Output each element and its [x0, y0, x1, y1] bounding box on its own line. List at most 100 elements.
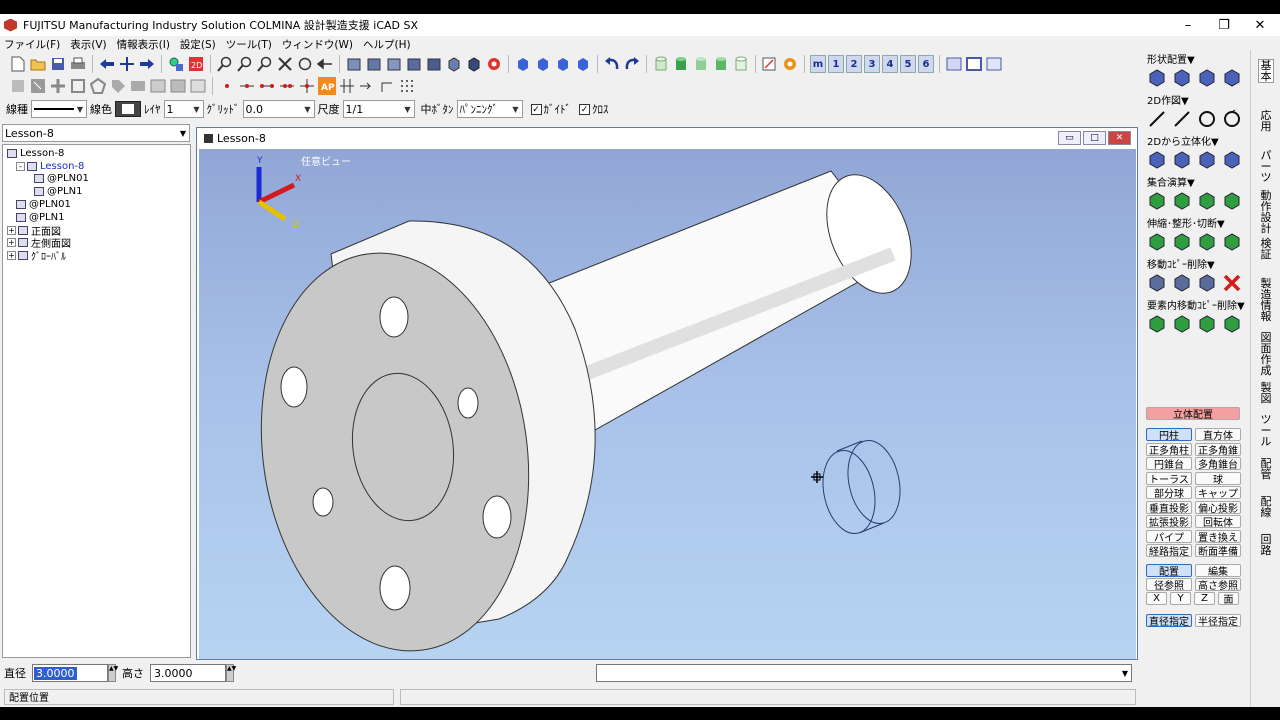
scale-select[interactable]: 1/1 ▼	[342, 100, 415, 118]
tree-node[interactable]: @PLN01	[3, 173, 190, 186]
zoom-out-icon[interactable]	[256, 55, 274, 73]
line-icon[interactable]	[1146, 108, 1168, 130]
fit-all-icon[interactable]	[276, 55, 294, 73]
loft-icon[interactable]	[1221, 149, 1243, 171]
menu-settings[interactable]: 設定(S)	[180, 37, 216, 52]
multi-copy-icon[interactable]	[1196, 272, 1218, 294]
view-back-icon[interactable]	[405, 55, 423, 73]
redraw-icon[interactable]	[167, 55, 185, 73]
tree-node[interactable]: + ｸﾞﾛｰﾊﾞﾙ	[3, 249, 190, 263]
view-6-button[interactable]: 6	[918, 55, 934, 73]
stretch-icon[interactable]	[1146, 231, 1168, 253]
sweep-icon[interactable]	[1196, 149, 1218, 171]
palette-section-header[interactable]: 移動ｺﾋﾟｰ削除▼	[1141, 257, 1250, 271]
view-bottom-icon[interactable]	[425, 55, 443, 73]
grid-select[interactable]: 0.0 ▼	[242, 100, 315, 118]
intersect-icon[interactable]	[1196, 190, 1218, 212]
settings-gear-icon[interactable]	[781, 55, 799, 73]
view-front-icon[interactable]	[345, 55, 363, 73]
solid-button[interactable]: 多角錐台	[1195, 457, 1241, 471]
save-icon[interactable]	[49, 55, 67, 73]
3d-viewport[interactable]: 任意ビュー Y X Z	[199, 149, 1136, 659]
solid-placement-header[interactable]: 立体配置	[1146, 407, 1240, 421]
rotate-icon[interactable]	[1221, 108, 1243, 130]
palette-tab[interactable]: 動作設計	[1259, 190, 1273, 234]
solid-button[interactable]: 正多角錐	[1195, 442, 1241, 457]
tangent-icon[interactable]	[378, 77, 396, 95]
cylinder-half-icon[interactable]	[692, 55, 710, 73]
solid-button[interactable]: 垂直投影	[1146, 500, 1192, 515]
cylinder-light-icon[interactable]	[712, 55, 730, 73]
solid-button[interactable]: 部分球	[1146, 486, 1192, 500]
palette-tab[interactable]: 回路	[1259, 534, 1273, 556]
redo-icon[interactable]	[623, 55, 641, 73]
solid-button[interactable]: 置き換え	[1195, 529, 1241, 544]
size-mode-button[interactable]: 半径指定	[1195, 614, 1241, 628]
tree-node[interactable]: @PLN01	[3, 198, 190, 211]
palette-tab[interactable]: 配管	[1259, 458, 1273, 480]
menu-info[interactable]: 情報表示(I)	[117, 37, 170, 52]
palette-section-header[interactable]: 集合演算▼	[1141, 175, 1250, 189]
move-icon[interactable]	[1146, 272, 1168, 294]
split-icon[interactable]	[1221, 190, 1243, 212]
solid-button[interactable]: 円錐台	[1146, 457, 1192, 471]
solid-button[interactable]: 正多角柱	[1146, 442, 1192, 457]
solid-button[interactable]: 回転体	[1195, 515, 1241, 529]
new-file-icon[interactable]	[9, 55, 27, 73]
line-type-select[interactable]: ▼	[31, 100, 87, 118]
palette-tab[interactable]: 応用	[1259, 110, 1273, 132]
box-select-icon[interactable]	[29, 77, 47, 95]
rect-snap-icon[interactable]	[69, 77, 87, 95]
grid-dots-icon[interactable]	[398, 77, 416, 95]
view-2-button[interactable]: 2	[846, 55, 862, 73]
menu-file[interactable]: ファイル(F)	[4, 37, 60, 52]
light-checkbox[interactable]: ✓ ｶﾞｲﾄﾞ	[530, 101, 571, 117]
diameter-spinner[interactable]: ▲▼	[108, 664, 118, 682]
rotate-view-icon[interactable]	[296, 55, 314, 73]
solid-button[interactable]: 経路指定	[1146, 544, 1192, 558]
palette-tab[interactable]: 検証	[1259, 238, 1273, 260]
cut-icon[interactable]	[1196, 231, 1218, 253]
box-icon[interactable]	[1196, 67, 1218, 89]
image-icon[interactable]	[129, 77, 147, 95]
inner-multi-icon[interactable]	[1196, 313, 1218, 335]
cone-icon[interactable]	[1221, 67, 1243, 89]
palette-tab[interactable]: 配線	[1259, 496, 1273, 518]
cylinder-green-icon[interactable]	[672, 55, 690, 73]
open-folder-icon[interactable]	[29, 55, 47, 73]
union-icon[interactable]	[1146, 190, 1168, 212]
shape-icon[interactable]	[1171, 231, 1193, 253]
solid-blue-2-icon[interactable]	[534, 55, 552, 73]
palette-tab[interactable]: 製造情報	[1259, 278, 1273, 322]
layout-icon[interactable]	[189, 77, 207, 95]
2d-3d-icon[interactable]: 2D	[187, 55, 205, 73]
subtract-icon[interactable]	[1171, 190, 1193, 212]
solid-button[interactable]: 断面準備	[1195, 544, 1241, 558]
placement-mode-button[interactable]: 編集	[1195, 564, 1241, 578]
forward-arrow-icon[interactable]	[138, 55, 156, 73]
menu-view[interactable]: 表示(V)	[70, 37, 106, 52]
render-icon[interactable]	[485, 55, 503, 73]
palette-section-header[interactable]: 2Dから立体化▼	[1141, 134, 1250, 148]
solid-button[interactable]: 直方体	[1195, 428, 1241, 442]
measure-icon[interactable]	[761, 55, 779, 73]
solid-blue-4-icon[interactable]	[574, 55, 592, 73]
zoom-window-icon[interactable]	[236, 55, 254, 73]
height-spinner[interactable]: ▲▼	[226, 664, 236, 682]
cylinder-gray-icon[interactable]	[652, 55, 670, 73]
menu-tools[interactable]: ツール(T)	[226, 37, 272, 52]
view-4-button[interactable]: 4	[882, 55, 898, 73]
expand-icon[interactable]: +	[7, 251, 16, 261]
arrow-snap-icon[interactable]	[358, 77, 376, 95]
divide-point-icon[interactable]	[278, 77, 296, 95]
palette-tab[interactable]: 基本	[1258, 59, 1274, 83]
collapse-icon[interactable]: -	[16, 161, 25, 171]
doc-close-button[interactable]: ✕	[1108, 131, 1131, 145]
inner-copy-icon[interactable]	[1171, 313, 1193, 335]
palette-section-header[interactable]: 伸縮･整形･切断▼	[1141, 216, 1250, 230]
cylinder-outline-icon[interactable]	[732, 55, 750, 73]
intersection-icon[interactable]	[298, 77, 316, 95]
axis-button[interactable]: Z	[1194, 592, 1215, 605]
zoom-in-icon[interactable]	[216, 55, 234, 73]
palette-section-header[interactable]: 要素内移動ｺﾋﾟｰ削除▼	[1141, 298, 1250, 312]
